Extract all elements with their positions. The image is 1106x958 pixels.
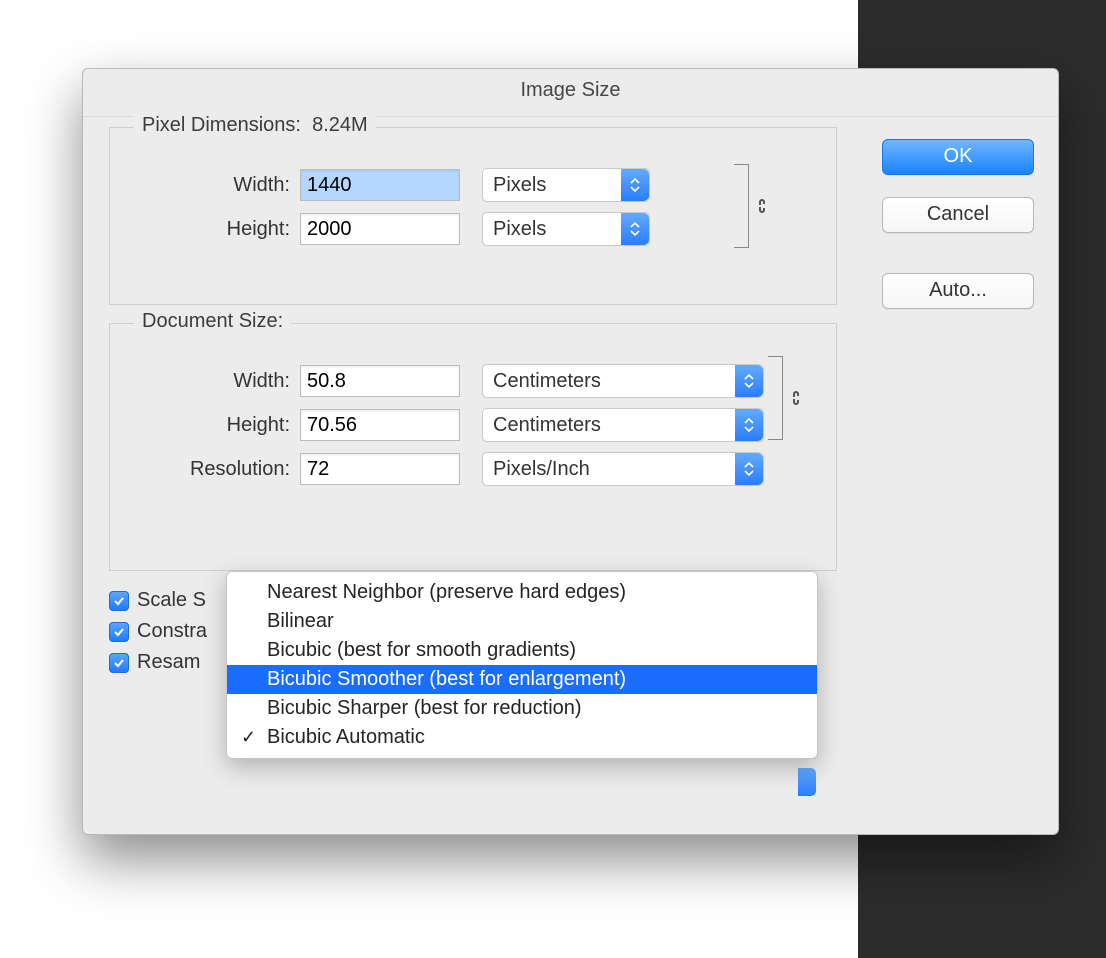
px-width-label: Width: [130,174,300,197]
checkbox-resample[interactable] [109,653,129,673]
pixel-dimensions-legend: Pixel Dimensions: 8.24M [134,114,376,137]
scale-styles-label: Scale S [137,589,206,612]
px-width-input[interactable] [300,169,460,201]
ok-button[interactable]: OK [882,139,1034,175]
px-height-unit-select[interactable]: Pixels [482,212,650,246]
document-size-legend: Document Size: [134,310,291,333]
menu-item-nearest-neighbor[interactable]: Nearest Neighbor (preserve hard edges) [227,578,817,607]
px-height-input[interactable] [300,213,460,245]
chevrons-icon [621,213,649,245]
px-width-unit-value: Pixels [493,174,546,197]
checkbox-constrain[interactable] [109,622,129,642]
link-icon [754,196,770,221]
auto-button[interactable]: Auto... [882,273,1034,309]
menu-item-bicubic-sharper[interactable]: Bicubic Sharper (best for reduction) [227,694,817,723]
doc-width-unit-select[interactable]: Centimeters [482,364,764,398]
dialog-buttons-column: OK Cancel Auto... [882,139,1032,333]
resample-method-menu: Nearest Neighbor (preserve hard edges) B… [226,571,818,759]
resolution-unit-value: Pixels/Inch [493,458,590,481]
doc-link-constrain [768,356,808,440]
chevrons-icon [735,365,763,397]
px-height-unit-value: Pixels [493,218,546,241]
checkbox-scale-styles[interactable] [109,591,129,611]
chevrons-icon [735,409,763,441]
check-icon: ✓ [241,727,256,748]
doc-height-unit-select[interactable]: Centimeters [482,408,764,442]
menu-item-bilinear[interactable]: Bilinear [227,607,817,636]
doc-height-label: Height: [130,414,300,437]
pixel-dimensions-size: 8.24M [312,114,368,136]
link-icon [788,388,804,413]
menu-item-bicubic[interactable]: Bicubic (best for smooth gradients) [227,636,817,665]
pixel-dimensions-group: Pixel Dimensions: 8.24M Width: Pixels He… [109,127,837,305]
document-size-group: Document Size: Width: Centimeters Height… [109,323,837,571]
resolution-unit-select[interactable]: Pixels/Inch [482,452,764,486]
pixel-dimensions-label: Pixel Dimensions: [142,114,301,136]
resample-select-arrow-fragment [798,768,816,796]
constrain-label: Constra [137,620,207,643]
doc-height-unit-value: Centimeters [493,414,601,437]
menu-item-bicubic-automatic[interactable]: ✓ Bicubic Automatic [227,723,817,752]
resolution-label: Resolution: [130,458,300,481]
menu-item-bicubic-automatic-label: Bicubic Automatic [267,726,425,748]
doc-height-input[interactable] [300,409,460,441]
chevrons-icon [621,169,649,201]
px-width-unit-select[interactable]: Pixels [482,168,650,202]
dialog-title: Image Size [83,69,1058,117]
cancel-button[interactable]: Cancel [882,197,1034,233]
px-height-label: Height: [130,218,300,241]
resolution-input[interactable] [300,453,460,485]
doc-width-label: Width: [130,370,300,393]
doc-width-input[interactable] [300,365,460,397]
doc-width-unit-value: Centimeters [493,370,601,393]
px-link-constrain [734,164,774,248]
resample-label: Resam [137,651,200,674]
menu-item-bicubic-smoother[interactable]: Bicubic Smoother (best for enlargement) [227,665,817,694]
chevrons-icon [735,453,763,485]
